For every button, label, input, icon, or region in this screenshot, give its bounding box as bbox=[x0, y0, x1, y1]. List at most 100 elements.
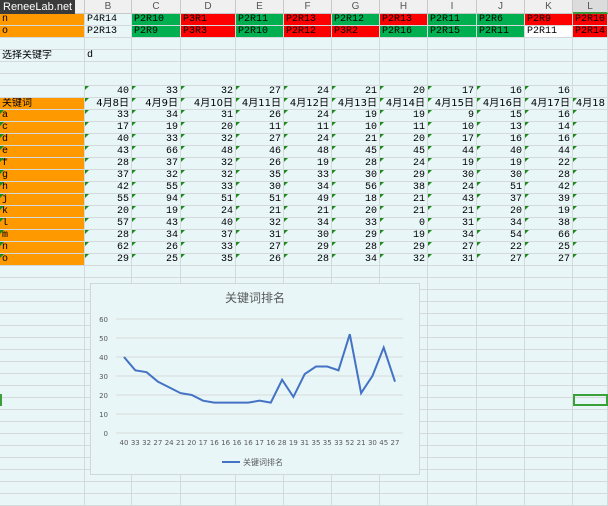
empty-cell[interactable] bbox=[573, 242, 608, 254]
empty-cell[interactable] bbox=[428, 386, 477, 398]
empty-cell[interactable] bbox=[428, 362, 477, 374]
rank-value-cell[interactable]: 20 bbox=[477, 206, 525, 218]
rank-value-cell[interactable]: 28 bbox=[332, 158, 380, 170]
empty-cell[interactable] bbox=[477, 314, 525, 326]
rank-value-cell[interactable]: 55 bbox=[132, 182, 181, 194]
empty-cell[interactable] bbox=[573, 134, 608, 146]
empty-cell[interactable] bbox=[525, 398, 573, 410]
empty-cell[interactable] bbox=[477, 38, 525, 50]
rank-value-cell[interactable]: 10 bbox=[428, 122, 477, 134]
rank-cell[interactable]: P2R12 bbox=[284, 26, 332, 38]
empty-cell[interactable] bbox=[477, 278, 525, 290]
rank-value-cell[interactable]: 28 bbox=[525, 170, 573, 182]
rank-value-cell[interactable]: 30 bbox=[284, 230, 332, 242]
rank-value-cell[interactable]: 51 bbox=[477, 182, 525, 194]
rank-cell[interactable]: P2R10 bbox=[236, 26, 284, 38]
select-keyword-input[interactable]: d bbox=[85, 50, 132, 62]
date-header[interactable]: 4月9日 bbox=[132, 98, 181, 110]
rank-value-cell[interactable]: 94 bbox=[132, 194, 181, 206]
rank-value-cell[interactable]: 34 bbox=[332, 254, 380, 266]
rank-value-cell[interactable]: 30 bbox=[332, 170, 380, 182]
empty-cell[interactable] bbox=[573, 62, 608, 74]
rank-value-cell[interactable]: 49 bbox=[284, 194, 332, 206]
empty-cell[interactable] bbox=[573, 446, 608, 458]
rank-value-cell[interactable]: 51 bbox=[236, 194, 284, 206]
empty-cell[interactable] bbox=[428, 350, 477, 362]
empty-cell[interactable] bbox=[573, 182, 608, 194]
empty-cell[interactable] bbox=[0, 434, 85, 446]
empty-cell[interactable] bbox=[573, 290, 608, 302]
rank-cell[interactable]: P2R11 bbox=[525, 26, 573, 38]
empty-cell[interactable] bbox=[525, 470, 573, 482]
rank-value-cell[interactable]: 37 bbox=[85, 170, 132, 182]
empty-cell[interactable] bbox=[0, 446, 85, 458]
empty-cell[interactable] bbox=[0, 338, 85, 350]
column-header[interactable]: F bbox=[284, 0, 332, 14]
date-header[interactable]: 4月11日 bbox=[236, 98, 284, 110]
empty-cell[interactable] bbox=[181, 482, 236, 494]
empty-cell[interactable] bbox=[573, 278, 608, 290]
rank-value-cell[interactable]: 57 bbox=[85, 218, 132, 230]
empty-cell[interactable] bbox=[573, 50, 608, 62]
empty-cell[interactable] bbox=[428, 422, 477, 434]
empty-cell[interactable] bbox=[477, 326, 525, 338]
rank-value-cell[interactable]: 34 bbox=[428, 230, 477, 242]
rank-value-cell[interactable]: 16 bbox=[525, 110, 573, 122]
rank-value-cell[interactable]: 16 bbox=[477, 134, 525, 146]
empty-cell[interactable] bbox=[525, 266, 573, 278]
rank-value-cell[interactable]: 37 bbox=[477, 194, 525, 206]
empty-cell[interactable] bbox=[284, 50, 332, 62]
empty-cell[interactable] bbox=[525, 362, 573, 374]
empty-cell[interactable] bbox=[525, 482, 573, 494]
rank-cell[interactable]: P2R14 bbox=[573, 26, 608, 38]
rank-value-cell[interactable]: 31 bbox=[236, 230, 284, 242]
empty-cell[interactable] bbox=[380, 50, 428, 62]
rank-value-cell[interactable]: 21 bbox=[380, 194, 428, 206]
empty-cell[interactable] bbox=[428, 398, 477, 410]
empty-cell[interactable] bbox=[525, 314, 573, 326]
empty-cell[interactable] bbox=[181, 74, 236, 86]
empty-cell[interactable] bbox=[236, 62, 284, 74]
empty-cell[interactable] bbox=[573, 458, 608, 470]
rank-value-cell[interactable]: 21 bbox=[284, 206, 332, 218]
rank-value-cell[interactable]: 33 bbox=[332, 218, 380, 230]
empty-cell[interactable] bbox=[428, 494, 477, 506]
rank-value-cell[interactable]: 43 bbox=[132, 218, 181, 230]
empty-cell[interactable] bbox=[525, 302, 573, 314]
keyword-label[interactable]: h bbox=[0, 182, 85, 194]
date-header[interactable]: 4月18 bbox=[573, 98, 608, 110]
column-header[interactable]: D bbox=[181, 0, 236, 14]
empty-cell[interactable] bbox=[85, 38, 132, 50]
keyword-label[interactable]: c bbox=[0, 122, 85, 134]
rank-value-cell[interactable]: 14 bbox=[525, 122, 573, 134]
rank-value-cell[interactable]: 20 bbox=[332, 206, 380, 218]
rank-value-cell[interactable]: 29 bbox=[332, 230, 380, 242]
rank-value-cell[interactable]: 30 bbox=[236, 182, 284, 194]
empty-cell[interactable] bbox=[525, 458, 573, 470]
empty-cell[interactable] bbox=[0, 266, 85, 278]
empty-cell[interactable] bbox=[428, 302, 477, 314]
empty-cell[interactable] bbox=[132, 74, 181, 86]
empty-cell[interactable] bbox=[573, 146, 608, 158]
empty-cell[interactable] bbox=[380, 482, 428, 494]
empty-cell[interactable] bbox=[428, 62, 477, 74]
keyword-label[interactable]: l bbox=[0, 218, 85, 230]
empty-cell[interactable] bbox=[525, 62, 573, 74]
column-header[interactable]: L bbox=[573, 0, 608, 14]
empty-cell[interactable] bbox=[428, 314, 477, 326]
empty-cell[interactable] bbox=[0, 86, 85, 98]
empty-cell[interactable] bbox=[0, 38, 85, 50]
empty-cell[interactable] bbox=[477, 290, 525, 302]
rank-value-cell[interactable]: 17 bbox=[85, 122, 132, 134]
empty-cell[interactable] bbox=[284, 74, 332, 86]
empty-cell[interactable] bbox=[85, 62, 132, 74]
rank-value-cell[interactable]: 43 bbox=[85, 146, 132, 158]
empty-cell[interactable] bbox=[573, 482, 608, 494]
empty-cell[interactable] bbox=[573, 158, 608, 170]
empty-cell[interactable] bbox=[525, 326, 573, 338]
empty-cell[interactable] bbox=[477, 350, 525, 362]
empty-cell[interactable] bbox=[0, 314, 85, 326]
empty-cell[interactable] bbox=[428, 458, 477, 470]
column-header[interactable]: H bbox=[380, 0, 428, 14]
empty-cell[interactable] bbox=[428, 482, 477, 494]
